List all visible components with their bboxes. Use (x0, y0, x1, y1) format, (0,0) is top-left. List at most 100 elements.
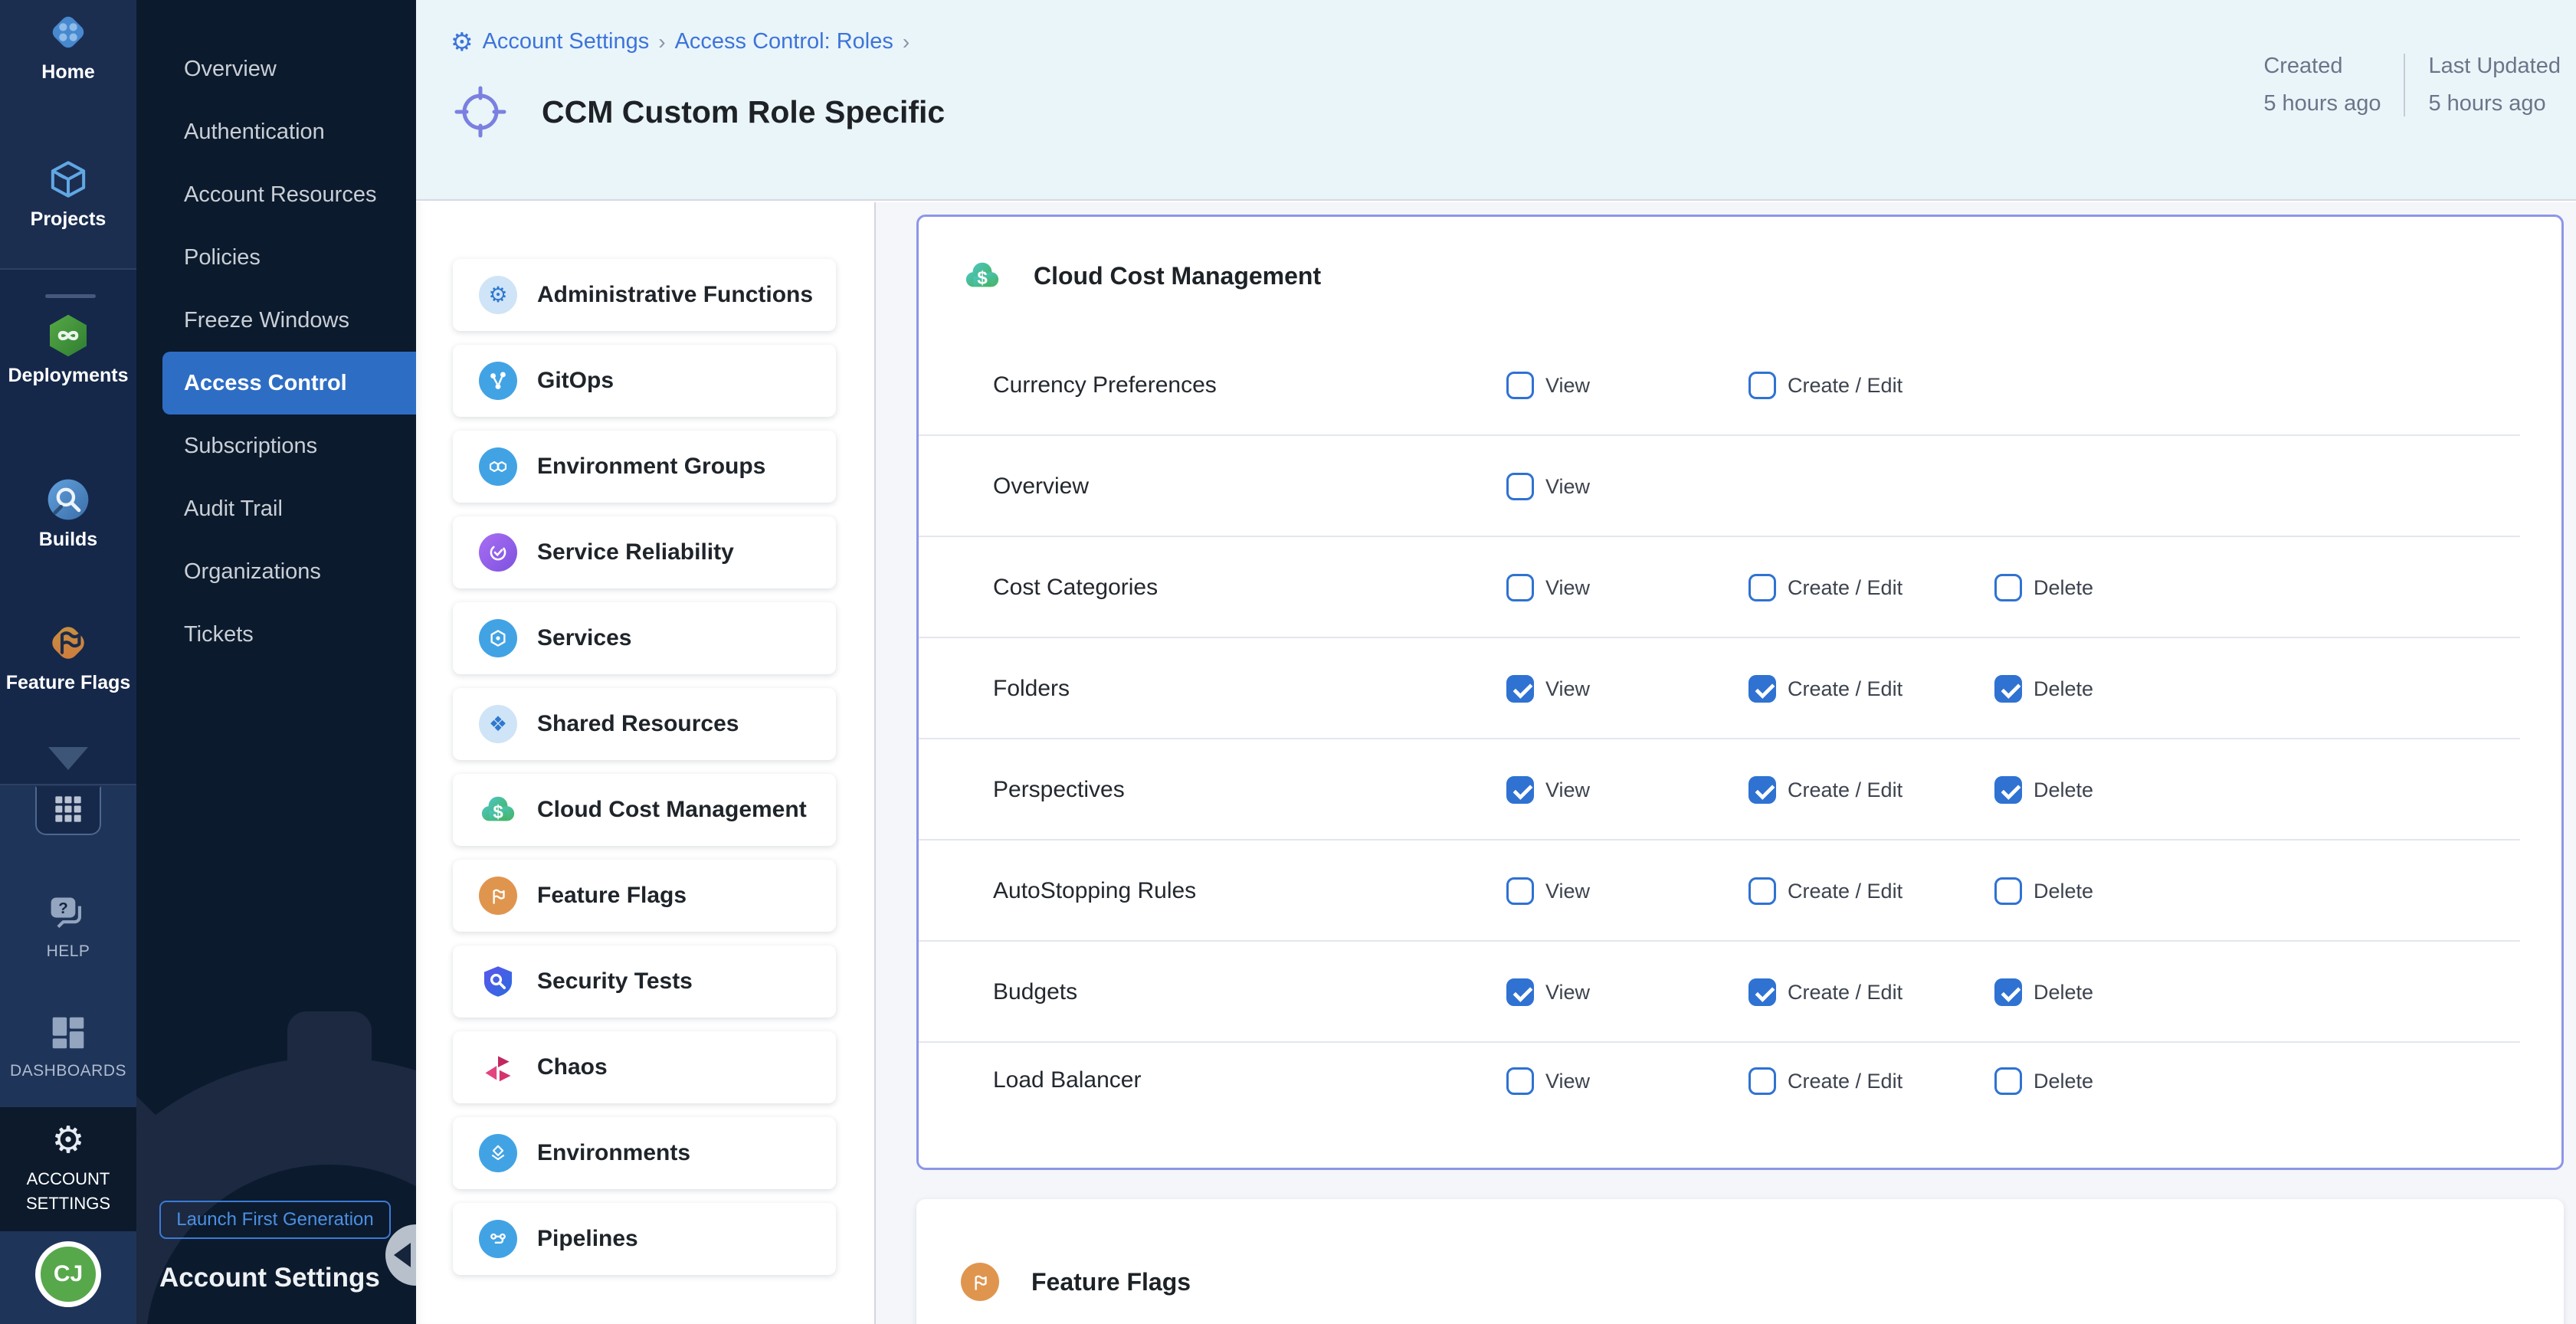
sidebar-item-freeze-windows[interactable]: Freeze Windows (136, 289, 416, 352)
permission-option-budgets-delete[interactable]: Delete (1994, 978, 2561, 1006)
nav-account-settings[interactable]: ⚙ ACCOUNTSETTINGS (0, 1107, 136, 1231)
permission-option-folders-view[interactable]: View (1506, 675, 1748, 703)
checkbox-view[interactable] (1506, 675, 1534, 703)
resource-item-service-reliability[interactable]: Service Reliability (453, 516, 836, 588)
role-meta: Created 5 hours ago Last Updated 5 hours… (2263, 54, 2561, 116)
checkbox-label: Delete (2034, 981, 2093, 1004)
checkbox-create-edit[interactable] (1748, 574, 1776, 601)
svg-text:$: $ (493, 802, 503, 823)
sidebar-item-access-control[interactable]: Access Control (162, 352, 416, 415)
checkbox-label: View (1545, 778, 1590, 802)
resource-label: Feature Flags (537, 883, 687, 909)
permission-option-cost-categories-view[interactable]: View (1506, 574, 1748, 601)
admin-functions-icon: ⚙ (479, 276, 517, 314)
resource-item-environment-groups[interactable]: Environment Groups (453, 431, 836, 503)
nav-dashboards[interactable]: DASHBOARDS (0, 1008, 136, 1080)
permission-option-autostopping-rules-delete[interactable]: Delete (1994, 877, 2561, 905)
permission-option-perspectives-create-edit[interactable]: Create / Edit (1748, 776, 1994, 804)
launch-first-generation-button[interactable]: Launch First Generation (159, 1201, 391, 1239)
permission-option-cost-categories-delete[interactable]: Delete (1994, 574, 2561, 601)
resource-item-chaos[interactable]: Chaos (453, 1031, 836, 1103)
permission-option-load-balancer-delete[interactable]: Delete (1994, 1067, 2561, 1095)
checkbox-create-edit[interactable] (1748, 1067, 1776, 1095)
sidebar-item-account-resources[interactable]: Account Resources (136, 163, 416, 226)
resource-item-feature-flags[interactable]: Feature Flags (453, 860, 836, 932)
updated-meta: Last Updated 5 hours ago (2428, 54, 2561, 116)
checkbox-view[interactable] (1506, 877, 1534, 905)
checkbox-delete[interactable] (1994, 574, 2022, 601)
resource-item-cloud-cost-management[interactable]: $Cloud Cost Management (453, 774, 836, 846)
nav-builds[interactable]: Builds (0, 475, 136, 551)
nav-help[interactable]: ? HELP (0, 889, 136, 961)
permission-option-overview-view[interactable]: View (1506, 473, 1748, 500)
checkbox-delete[interactable] (1994, 776, 2022, 804)
checkbox-delete[interactable] (1994, 675, 2022, 703)
user-avatar[interactable]: CJ (35, 1241, 101, 1307)
checkbox-view[interactable] (1506, 978, 1534, 1006)
checkbox-view[interactable] (1506, 776, 1534, 804)
cloud-cost-management-icon: $ (963, 257, 1001, 295)
meta-divider (2404, 54, 2405, 116)
permissions-section-title: Cloud Cost Management (1034, 262, 1321, 290)
checkbox-create-edit[interactable] (1748, 978, 1776, 1006)
sidebar-item-authentication[interactable]: Authentication (136, 100, 416, 163)
sidebar-item-audit-trail[interactable]: Audit Trail (136, 477, 416, 540)
sidebar-item-tickets[interactable]: Tickets (136, 603, 416, 666)
resource-item-gitops[interactable]: GitOps (453, 345, 836, 417)
checkbox-create-edit[interactable] (1748, 776, 1776, 804)
resource-item-security-tests[interactable]: Security Tests (453, 945, 836, 1018)
checkbox-label: View (1545, 677, 1590, 701)
sidebar-item-policies[interactable]: Policies (136, 226, 416, 289)
permission-option-load-balancer-create-edit[interactable]: Create / Edit (1748, 1067, 1994, 1095)
services-icon (479, 619, 517, 657)
checkbox-view[interactable] (1506, 372, 1534, 399)
permission-option-load-balancer-view[interactable]: View (1506, 1067, 1748, 1095)
breadcrumb-access-control-roles[interactable]: Access Control: Roles (675, 29, 893, 54)
nav-deployments[interactable]: Deployments (0, 311, 136, 387)
permission-label: Perspectives (993, 777, 1506, 803)
sidebar-item-overview[interactable]: Overview (136, 38, 416, 100)
checkbox-create-edit[interactable] (1748, 372, 1776, 399)
nav-home[interactable]: Home (0, 8, 136, 84)
nav-account-settings-label: ACCOUNTSETTINGS (26, 1167, 110, 1216)
permission-option-perspectives-view[interactable]: View (1506, 776, 1748, 804)
checkbox-view[interactable] (1506, 473, 1534, 500)
permission-option-budgets-create-edit[interactable]: Create / Edit (1748, 978, 1994, 1006)
permission-option-cost-categories-create-edit[interactable]: Create / Edit (1748, 574, 1994, 601)
nav-feature-flags[interactable]: Feature Flags (0, 618, 136, 694)
permission-option-currency-preferences-view[interactable]: View (1506, 372, 1748, 399)
permission-option-autostopping-rules-create-edit[interactable]: Create / Edit (1748, 877, 1994, 905)
breadcrumb-account-settings[interactable]: Account Settings (483, 29, 650, 54)
sidebar-item-organizations[interactable]: Organizations (136, 540, 416, 603)
permission-option-budgets-view[interactable]: View (1506, 978, 1748, 1006)
checkbox-delete[interactable] (1994, 877, 2022, 905)
checkbox-delete[interactable] (1994, 978, 2022, 1006)
resource-item-environments[interactable]: Environments (453, 1117, 836, 1189)
resource-label: Environment Groups (537, 454, 765, 480)
checkbox-create-edit[interactable] (1748, 877, 1776, 905)
service-reliability-icon (479, 533, 517, 572)
permission-option-currency-preferences-create-edit[interactable]: Create / Edit (1748, 372, 1994, 399)
rail-more-modules[interactable] (0, 747, 136, 770)
permission-option-folders-delete[interactable]: Delete (1994, 675, 2561, 703)
module-picker-button[interactable] (35, 786, 101, 835)
checkbox-label: Delete (2034, 576, 2093, 600)
resource-item-services[interactable]: Services (453, 602, 836, 674)
permission-option-perspectives-delete[interactable]: Delete (1994, 776, 2561, 804)
permission-option-folders-create-edit[interactable]: Create / Edit (1748, 675, 1994, 703)
nav-projects[interactable]: Projects (0, 155, 136, 231)
checkbox-view[interactable] (1506, 1067, 1534, 1095)
environments-icon (479, 1134, 517, 1172)
checkbox-label: Create / Edit (1788, 374, 1903, 398)
permission-label: Overview (993, 474, 1506, 500)
app-window: Home Projects Deployments Builds (0, 0, 2576, 1324)
checkbox-create-edit[interactable] (1748, 675, 1776, 703)
sidebar-item-subscriptions[interactable]: Subscriptions (136, 415, 416, 477)
checkbox-view[interactable] (1506, 574, 1534, 601)
permission-option-autostopping-rules-view[interactable]: View (1506, 877, 1748, 905)
checkbox-delete[interactable] (1994, 1067, 2022, 1095)
resource-item-shared-resources[interactable]: ❖Shared Resources (453, 688, 836, 760)
resource-item-administrative-functions[interactable]: ⚙Administrative Functions (453, 259, 836, 331)
resource-item-pipelines[interactable]: Pipelines (453, 1203, 836, 1275)
sidebar-title: Account Settings (159, 1263, 380, 1293)
